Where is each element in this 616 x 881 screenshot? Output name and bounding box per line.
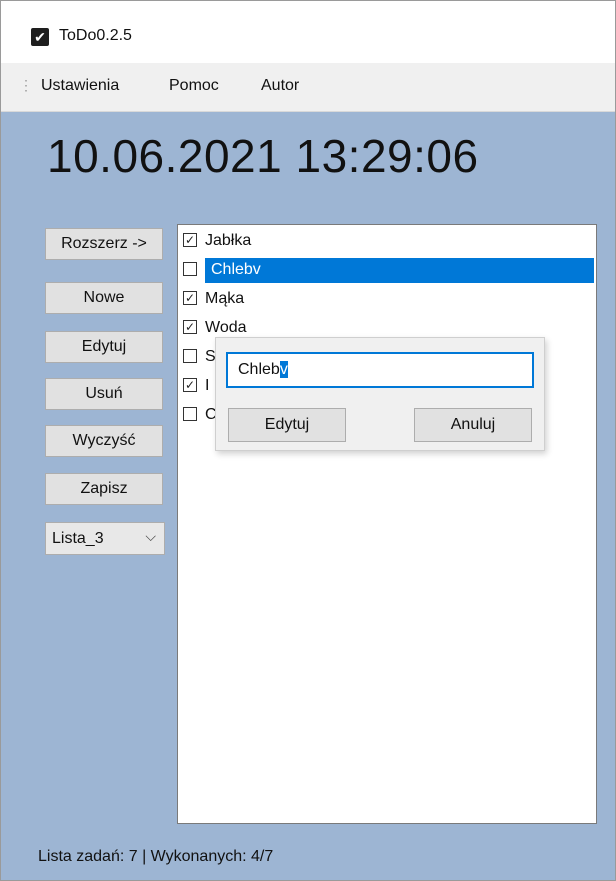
new-button[interactable]: Nowe — [45, 282, 163, 314]
task-checkbox[interactable]: ✓ — [183, 291, 197, 305]
task-label: Woda — [205, 319, 247, 336]
delete-button[interactable]: Usuń — [45, 378, 163, 410]
task-label: Mąka — [205, 290, 245, 307]
task-label: Jabłka — [205, 232, 252, 249]
task-item[interactable]: ✓ Jabłka — [178, 227, 596, 256]
edit-task-dialog: Chlebv Edytuj Anuluj — [215, 337, 545, 451]
task-label: I — [205, 377, 210, 394]
selection-highlight — [205, 258, 594, 283]
clear-button[interactable]: Wyczyść — [45, 425, 163, 457]
dialog-cancel-button[interactable]: Anuluj — [414, 408, 532, 442]
task-list[interactable]: ✓ Jabłka Chlebv ✓ Mąka ✓ Woda S ✓ I C — [177, 224, 597, 824]
edit-input-selection: v — [279, 361, 288, 378]
menu-pomoc[interactable]: Pomoc — [165, 75, 223, 97]
edit-button[interactable]: Edytuj — [45, 331, 163, 363]
dialog-edit-button[interactable]: Edytuj — [228, 408, 346, 442]
title-bar: ✔ ToDo0.2.5 — [1, 1, 615, 63]
menu-grip-icon: ⋮ — [19, 77, 33, 93]
menu-autor[interactable]: Autor — [257, 75, 303, 97]
task-checkbox[interactable]: ✓ — [183, 378, 197, 392]
task-checkbox[interactable]: ✓ — [183, 320, 197, 334]
list-select-value: Lista_3 — [52, 530, 104, 547]
task-checkbox[interactable] — [183, 262, 197, 276]
save-button[interactable]: Zapisz — [45, 473, 163, 505]
window-title: ToDo0.2.5 — [59, 27, 132, 44]
task-label: Chlebv — [211, 261, 261, 278]
checkbox-icon: ✔ — [31, 28, 49, 46]
clock-display: 10.06.2021 13:29:06 — [47, 130, 479, 182]
expand-button[interactable]: Rozszerz -> — [45, 228, 163, 260]
task-checkbox[interactable] — [183, 349, 197, 363]
menu-bar: ⋮ Ustawienia Pomoc Autor — [1, 63, 615, 112]
list-select[interactable]: Lista_3 ⌵ — [45, 522, 165, 555]
status-bar-text: Lista zadań: 7 | Wykonanych: 4/7 — [38, 848, 274, 865]
task-checkbox[interactable] — [183, 407, 197, 421]
edit-input-text: Chleb — [238, 361, 280, 378]
menu-ustawienia[interactable]: Ustawienia — [37, 75, 123, 97]
chevron-down-icon: ⌵ — [145, 528, 156, 544]
task-item[interactable]: ✓ Mąka — [178, 285, 596, 314]
app-window: ✔ ToDo0.2.5 ⋮ Ustawienia Pomoc Autor 10.… — [0, 0, 616, 881]
task-item-selected[interactable]: Chlebv — [178, 256, 596, 285]
task-checkbox[interactable]: ✓ — [183, 233, 197, 247]
edit-task-input[interactable]: Chlebv — [226, 352, 534, 388]
